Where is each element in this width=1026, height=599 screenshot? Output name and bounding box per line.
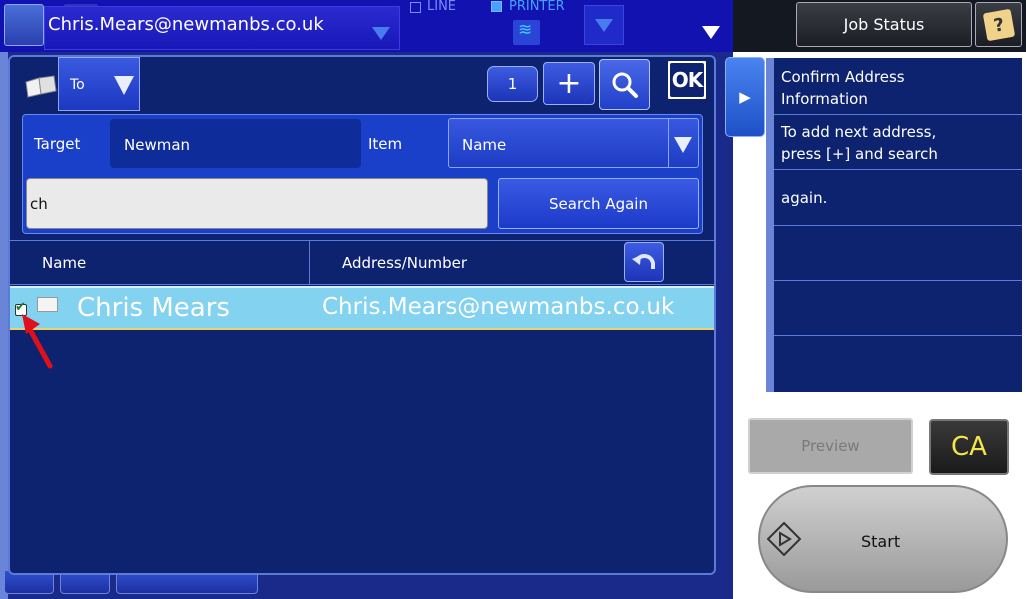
search-icon [612,72,638,98]
left-edge-strip [0,52,8,599]
address-type-label: To [70,77,85,93]
collapse-panel-button[interactable]: ▶ [725,57,765,137]
preview-button[interactable]: Preview [748,418,913,474]
column-header-address: Address/Number [342,254,468,272]
target-value: Newman [124,136,191,154]
printer-status-indicator [491,1,502,12]
chevron-down-icon [595,19,613,32]
info-message: To add next address, press [+] and searc… [781,123,938,163]
pointer-arrow-icon [22,314,53,369]
info-message: Confirm Address Information [781,68,905,108]
chevron-down-icon [674,137,692,153]
scan-mode-icon[interactable] [4,4,44,46]
plus-icon: + [556,66,582,101]
address-count: 1 [507,75,518,93]
ok-label: OK [670,63,704,97]
clear-all-button[interactable]: CA [929,419,1009,475]
line-status-indicator [410,2,421,13]
column-divider [309,240,310,285]
job-status-button[interactable]: Job Status [796,2,972,47]
chevron-down-icon [114,76,134,95]
info-message: again. [781,189,828,207]
item-select-value: Name [462,136,507,154]
undo-button[interactable] [624,242,664,282]
help-button[interactable]: ? [975,2,1022,47]
keyword-input[interactable] [26,178,488,229]
ok-button[interactable]: OK [666,59,708,101]
column-header-name: Name [42,254,87,272]
play-icon: ▶ [739,88,751,106]
help-icon: ? [982,8,1015,41]
search-again-label: Search Again [549,194,648,213]
start-icon [767,522,801,556]
info-row [774,280,1022,336]
search-button[interactable] [599,59,650,110]
undo-icon [632,254,655,269]
start-label: Start [861,532,901,551]
target-label: Target [34,135,81,153]
info-row [774,225,1022,281]
job-status-label: Job Status [843,15,925,34]
item-label: Item [368,135,403,153]
preview-label: Preview [801,437,860,455]
expand-arrow-icon[interactable] [702,26,720,39]
line-label: LINE [427,0,457,14]
address-count-button[interactable]: 1 [487,66,538,102]
row-name: Chris Mears [77,293,230,323]
ca-label: CA [951,432,987,462]
address-book-icon[interactable] [24,74,58,98]
chevron-down-icon[interactable] [372,27,390,40]
add-address-button[interactable]: + [543,62,595,105]
destination-address: Chris.Mears@newmanbs.co.uk [48,14,324,35]
row-address: Chris.Mears@newmanbs.co.uk [322,294,675,320]
wifi-icon [513,20,540,45]
printer-label: PRINTER [509,0,565,14]
search-again-button[interactable]: Search Again [498,178,699,229]
